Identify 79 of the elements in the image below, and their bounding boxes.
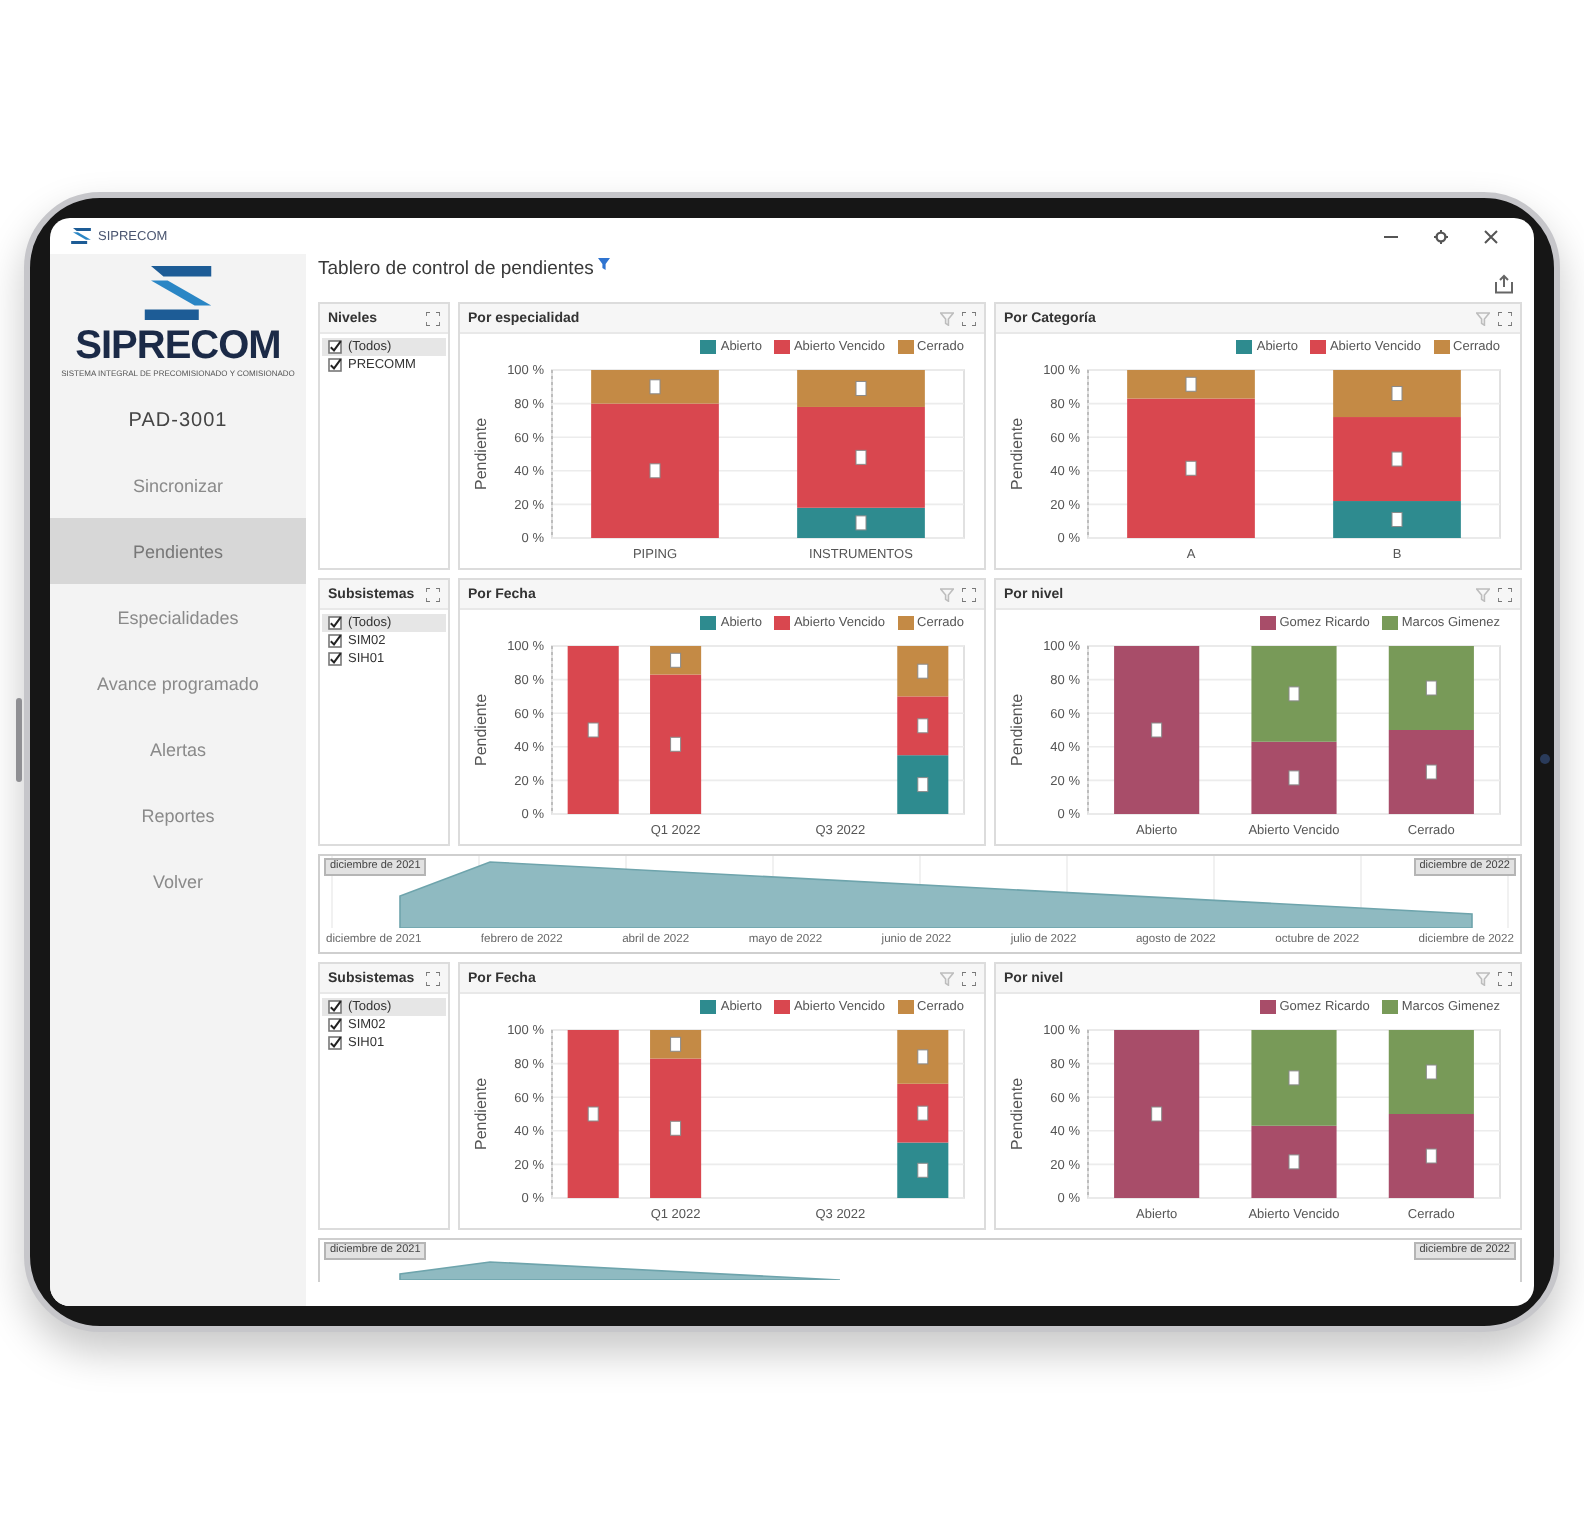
bar-segment [897,646,949,697]
checkbox-icon[interactable] [328,1018,342,1032]
checkbox-icon[interactable] [328,358,342,372]
bar-segment [1251,1125,1337,1198]
checkbox-icon[interactable] [328,1036,342,1050]
value-tag-icon [1151,722,1163,738]
expand-icon[interactable] [426,971,440,985]
share-icon[interactable] [1494,274,1514,294]
close-icon[interactable] [1484,229,1498,243]
value-tag-icon [1425,1064,1437,1080]
value-tag-icon [917,1162,929,1178]
value-tag-icon [917,1105,929,1121]
value-tag-icon [649,379,661,395]
value-tag-icon [855,515,867,531]
value-tag-icon [917,777,929,793]
value-tag-icon [670,652,682,668]
camera-icon [1540,754,1550,764]
bar-segment [897,1030,949,1084]
value-tag-icon [649,463,661,479]
expand-icon[interactable] [962,971,976,985]
logo-icon [70,228,92,244]
value-tag-icon [670,1120,682,1136]
filter-icon [597,258,610,270]
expand-icon[interactable] [426,311,440,325]
bar-segment [897,696,949,756]
bar-segment [1388,730,1474,814]
axis-title: Pendiente [1008,417,1026,491]
value-tag-icon [670,1036,682,1052]
value-tag-icon [1288,770,1300,786]
value-tag-icon [917,718,929,734]
bar-segment [1388,1030,1474,1114]
bar-segment [1251,1030,1337,1126]
axis-title: Pendiente [472,1077,490,1151]
value-tag-icon [917,1049,929,1065]
axis-title: Pendiente [1008,693,1026,767]
value-tag-icon [1425,680,1437,696]
checkbox-icon[interactable] [328,616,342,630]
logo-icon [142,266,214,320]
bar-segment [897,1142,949,1198]
expand-icon[interactable] [962,311,976,325]
value-tag-icon [1288,1154,1300,1170]
axis-title: Pendiente [472,417,490,491]
value-tag-icon [1425,764,1437,780]
expand-icon[interactable] [1498,971,1512,985]
bar-segment [1388,646,1474,730]
bar-segment [1251,741,1337,814]
value-tag-icon [670,736,682,752]
expand-icon[interactable] [1498,587,1512,601]
value-tag-icon [587,1106,599,1122]
value-tag-icon [587,722,599,738]
axis-title: Pendiente [472,693,490,767]
value-tag-icon [855,381,867,396]
value-tag-icon [1425,1148,1437,1164]
expand-icon[interactable] [962,587,976,601]
checkbox-icon[interactable] [328,652,342,666]
checkbox-icon[interactable] [328,340,342,354]
device-name: PAD-3001 [128,410,228,432]
value-tag-icon [1151,1106,1163,1122]
value-tag-icon [1391,512,1403,527]
bar-segment [897,755,949,814]
value-tag-icon [1391,386,1403,401]
value-tag-icon [1288,686,1300,702]
value-tag-icon [1391,451,1403,467]
bar-segment [1388,1114,1474,1198]
brand-name: SIPRECOM [75,324,281,368]
dashboard-title: Tablero de control de pendientes [318,258,594,280]
value-tag-icon [1185,376,1197,392]
checkbox-icon[interactable] [328,1000,342,1014]
settings-icon[interactable] [1434,229,1448,243]
axis-title: Pendiente [1008,1077,1026,1151]
value-tag-icon [1185,460,1197,476]
expand-icon[interactable] [1498,311,1512,325]
value-tag-icon [1288,1070,1300,1086]
bar-segment [1251,646,1337,742]
checkbox-icon[interactable] [328,634,342,648]
expand-icon[interactable] [426,587,440,601]
value-tag-icon [855,449,867,465]
value-tag-icon [917,663,929,679]
bar-segment [897,1083,949,1143]
